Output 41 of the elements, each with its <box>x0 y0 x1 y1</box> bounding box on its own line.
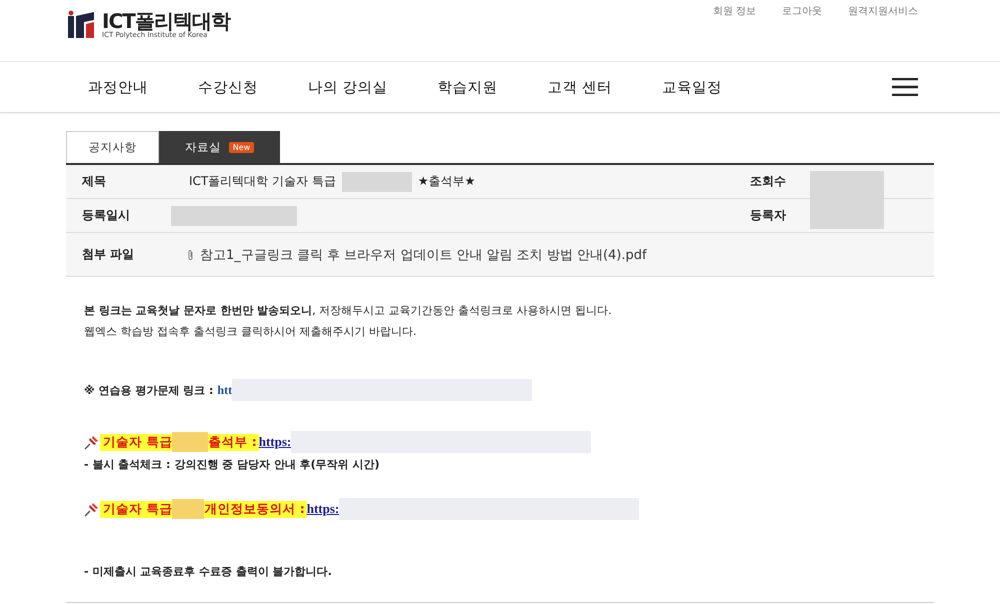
nav-link[interactable]: 학습지원 <box>438 78 498 96</box>
logo-icon <box>66 10 96 40</box>
highlighted-text: 개인정보동의서 : <box>204 500 307 518</box>
attendance-link[interactable]: https: <box>258 434 292 450</box>
pushpin-icon <box>84 434 100 450</box>
redacted-block <box>172 432 208 452</box>
field-label: 조회수 <box>750 173 787 190</box>
nav-link[interactable]: 나의 강의실 <box>308 78 388 96</box>
nav-link[interactable]: 고객 센터 <box>548 78 612 96</box>
nav-link[interactable]: 교육일정 <box>662 78 722 96</box>
field-label: 등록일시 <box>81 207 131 224</box>
util-link[interactable]: 원격지원서비스 <box>848 4 918 18</box>
field-label: 첨부 파일 <box>81 246 136 263</box>
paragraph: 본 링크는 교육첫날 문자로 한번만 발송되오니, 저장해두시고 교육기간동안 출석링크로 사용하시면 됩니다. <box>84 303 613 318</box>
note-text: - 불시 출석체크 : 강의진행 중 담당자 안내 후(무작위 시간) <box>84 457 380 472</box>
attachment-link[interactable]: 참고1_구글링크 클릭 후 브라우저 업데이트 안내 알림 조치 방법 안내(4).pdf <box>200 246 647 264</box>
consent-link[interactable]: https: <box>306 501 340 517</box>
field-label: 제목 <box>81 173 107 190</box>
paragraph: 웹엑스 학습방 접속후 출석링크 클릭하시어 제출해주시기 바랍니다. <box>84 324 418 339</box>
redacted-block <box>342 172 412 192</box>
practice-link[interactable]: htt <box>217 382 232 398</box>
link-label: ※ 연습용 평가문제 링크 : <box>84 382 214 398</box>
tab[interactable]: 자료실 New <box>159 131 280 163</box>
tab[interactable]: 공지사항 <box>66 131 159 163</box>
field-label: 등록자 <box>750 207 787 224</box>
pushpin-icon <box>84 501 100 517</box>
highlighted-text: 출석부 : <box>208 434 259 450</box>
post-title: ICT폴리텍대학 기술자 특급 <box>189 173 336 190</box>
nav-link[interactable]: 수강신청 <box>198 78 258 96</box>
util-link[interactable]: 로그아웃 <box>782 4 822 18</box>
note-text: - 미제출시 교육종료후 수료증 출력이 불가합니다. <box>84 564 333 579</box>
logo-title: ICT폴리텍대학 <box>102 11 230 31</box>
nav-link[interactable]: 과정안내 <box>88 78 148 96</box>
redacted-block <box>172 499 204 519</box>
paperclip-icon <box>187 248 194 260</box>
menu-icon[interactable] <box>892 78 918 96</box>
highlighted-text: 기술자 특급 <box>100 500 172 518</box>
post-title: ★출석부★ <box>418 173 476 190</box>
util-link[interactable]: 회원 정보 <box>712 4 756 18</box>
new-badge: New <box>228 142 254 153</box>
highlighted-text: 기술자 특급 <box>100 434 172 450</box>
